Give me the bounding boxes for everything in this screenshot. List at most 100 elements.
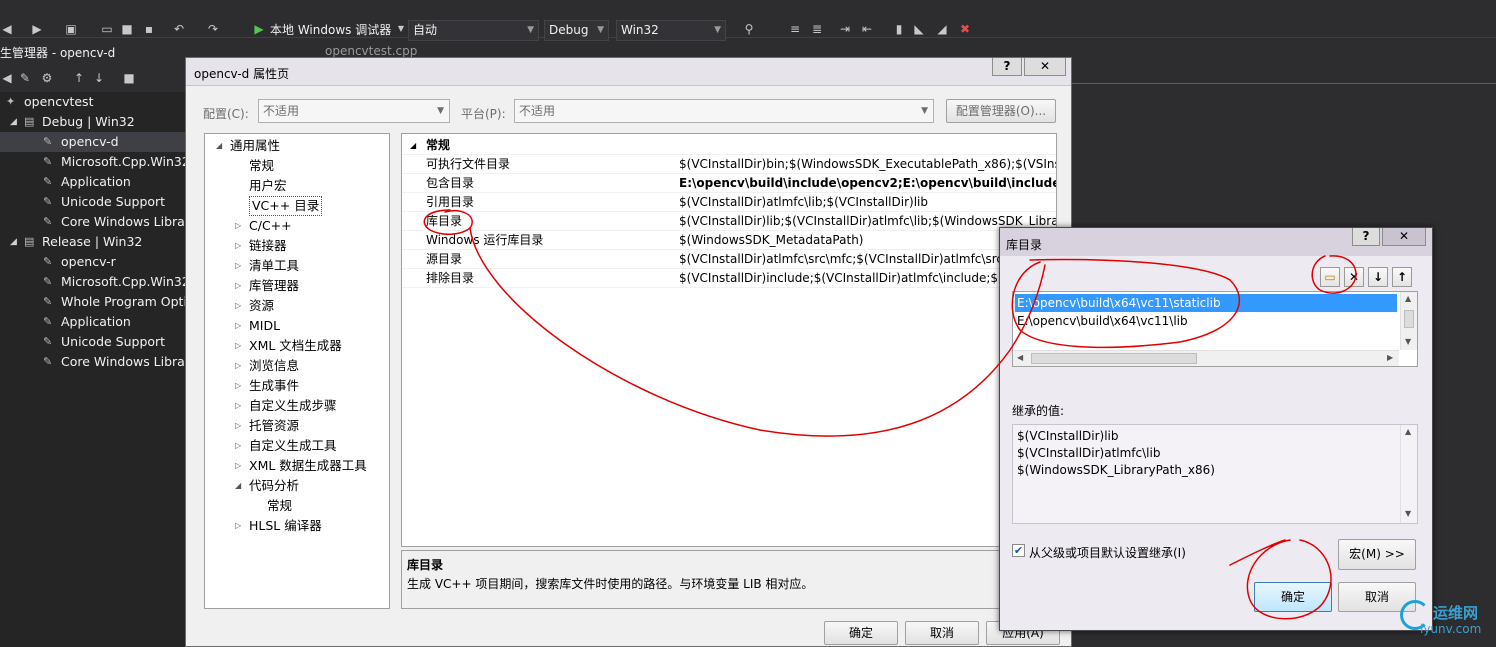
clear-bookmarks-icon[interactable]: ✖ xyxy=(958,22,972,36)
nav-item[interactable]: ▷ 清单工具 xyxy=(235,256,299,276)
comment-icon[interactable]: ≡ xyxy=(788,22,802,36)
scroll-down-icon[interactable]: ▼ xyxy=(1405,337,1411,346)
nav-item[interactable]: 常规 xyxy=(249,156,274,176)
uncomment-icon[interactable]: ≣ xyxy=(810,22,824,36)
nav-item[interactable]: ▷ XML 数据生成器工具 xyxy=(235,456,367,476)
grid-row[interactable]: 包含目录 E:\opencv\build\include\opencv2;E:\o… xyxy=(402,174,1056,193)
nav-item[interactable]: ▷ XML 文档生成器 xyxy=(235,336,342,356)
save-icon[interactable]: ■ xyxy=(120,22,134,36)
grid-row[interactable]: 可执行文件目录 $(VCInstallDir)bin;$(WindowsSDK_E… xyxy=(402,155,1056,174)
new-line-folder-icon[interactable]: ▭ xyxy=(1320,267,1340,287)
save-icon[interactable]: ■ xyxy=(122,71,136,85)
move-up-icon[interactable]: ↑ xyxy=(1392,267,1412,287)
open-file-icon[interactable]: ▭ xyxy=(100,22,114,36)
nav-item[interactable]: VC++ 目录 xyxy=(249,196,323,216)
expand-arrow-icon[interactable]: ◢ xyxy=(10,232,17,252)
expand-arrow-icon[interactable]: ▷ xyxy=(235,356,241,376)
nav-item[interactable]: ▷ 库管理器 xyxy=(235,276,299,296)
properties-icon[interactable]: ✎ xyxy=(18,71,32,85)
outdent-icon[interactable]: ⇤ xyxy=(860,22,874,36)
horizontal-scrollbar[interactable]: ◀ ▶ xyxy=(1013,350,1399,366)
scroll-right-icon[interactable]: ▶ xyxy=(1387,353,1393,362)
grid-row[interactable]: Windows 运行库目录 $(WindowsSDK_MetadataPath) xyxy=(402,231,1056,250)
undo-icon[interactable]: ↶ xyxy=(172,22,186,36)
back-icon[interactable]: ◀ xyxy=(0,71,14,85)
solution-tree-item[interactable]: ✎ Core Windows Librar xyxy=(0,352,185,372)
indent-icon[interactable]: ⇥ xyxy=(838,22,852,36)
expand-arrow-icon[interactable]: ◢ xyxy=(235,476,241,496)
expand-arrow-icon[interactable]: ▷ xyxy=(235,336,241,356)
scroll-left-icon[interactable]: ◀ xyxy=(1017,353,1023,362)
move-down-icon[interactable]: ↓ xyxy=(1368,267,1388,287)
grid-row[interactable]: 引用目录 $(VCInstallDir)atlmfc\lib;$(VCInstal… xyxy=(402,193,1056,212)
expand-arrow-icon[interactable]: ▷ xyxy=(235,236,241,256)
solution-tree-item[interactable]: ◢ ▤ Debug | Win32 xyxy=(0,112,185,132)
config-combo[interactable]: Debug ▼ xyxy=(544,20,609,41)
grid-row[interactable]: 源目录 $(VCInstallDir)atlmfc\src\mfc;$(VCIns… xyxy=(402,250,1056,269)
expand-arrow-icon[interactable]: ▷ xyxy=(235,376,241,396)
inherit-checkbox[interactable]: ✔ xyxy=(1012,544,1025,557)
find-icon[interactable]: ⚲ xyxy=(742,22,756,36)
solution-tree-item[interactable]: ✦ opencvtest xyxy=(0,92,185,112)
solution-tree-item[interactable]: ✎ opencv-r xyxy=(0,252,185,272)
expand-arrow-icon[interactable]: ◢ xyxy=(216,136,222,156)
start-debug-icon[interactable]: ▶ xyxy=(252,22,266,36)
forward-icon[interactable]: ▶ xyxy=(30,22,44,36)
config-manager-button[interactable]: 配置管理器(O)... xyxy=(946,99,1056,123)
auto-combo[interactable]: 自动 ▼ xyxy=(408,20,539,41)
expand-arrow-icon[interactable]: ▷ xyxy=(235,456,241,476)
delete-icon[interactable]: ✕ xyxy=(1344,267,1364,287)
solution-tree-item[interactable]: ✎ Application xyxy=(0,172,185,192)
close-button[interactable]: ✕ xyxy=(1382,228,1426,246)
nav-item[interactable]: ▷ 托管资源 xyxy=(235,416,299,436)
expand-arrow-icon[interactable]: ▷ xyxy=(235,396,241,416)
back-icon[interactable]: ◀ xyxy=(0,22,14,36)
solution-tree-item[interactable]: ◢ ▤ Release | Win32 xyxy=(0,232,185,252)
filter-icon[interactable]: ⚙ xyxy=(40,71,54,85)
expand-arrow-icon[interactable]: ▷ xyxy=(235,436,241,456)
redo-icon[interactable]: ↷ xyxy=(206,22,220,36)
scroll-thumb[interactable] xyxy=(1404,310,1414,328)
bookmark-icon[interactable]: ▮ xyxy=(892,22,906,36)
expand-arrow-icon[interactable]: ▷ xyxy=(235,216,241,236)
expand-arrow-icon[interactable]: ▷ xyxy=(235,276,241,296)
scroll-up-icon[interactable]: ▲ xyxy=(1405,294,1411,303)
next-bookmark-icon[interactable]: ◢ xyxy=(935,22,949,36)
ok-button[interactable]: 确定 xyxy=(824,621,898,645)
new-project-icon[interactable]: ▣ xyxy=(64,22,78,36)
grid-section-header[interactable]: ◢ 常规 xyxy=(402,136,1056,155)
platform-select[interactable]: 不适用 ▼ xyxy=(514,99,934,123)
nav-item[interactable]: ◢ 代码分析 xyxy=(235,476,299,496)
library-path-item[interactable]: E:\opencv\build\x64\vc11\staticlib xyxy=(1015,294,1397,312)
expand-arrow-icon[interactable]: ▷ xyxy=(235,296,241,316)
solution-tree-item[interactable]: ✎ Unicode Support xyxy=(0,192,185,212)
expand-arrow-icon[interactable]: ◢ xyxy=(10,112,17,132)
arrow-down-icon[interactable]: ↓ xyxy=(92,71,106,85)
prev-bookmark-icon[interactable]: ◣ xyxy=(912,22,926,36)
platform-combo[interactable]: Win32 ▼ xyxy=(616,20,726,41)
grid-row[interactable]: 排除目录 $(VCInstallDir)include;$(VCInstallDi… xyxy=(402,269,1056,288)
expand-arrow-icon[interactable]: ▷ xyxy=(235,256,241,276)
ok-button[interactable]: 确定 xyxy=(1254,582,1332,612)
solution-tree-item[interactable]: ✎ Microsoft.Cpp.Win32 xyxy=(0,152,185,172)
save-all-icon[interactable]: ▪ xyxy=(142,22,156,36)
solution-tree-item[interactable]: ✎ Unicode Support xyxy=(0,332,185,352)
help-button[interactable]: ? xyxy=(1352,228,1380,246)
expand-arrow-icon[interactable]: ▷ xyxy=(235,316,241,336)
nav-item[interactable]: ▷ C/C++ xyxy=(235,216,292,236)
nav-item[interactable]: ▷ 浏览信息 xyxy=(235,356,299,376)
cancel-button[interactable]: 取消 xyxy=(905,621,979,645)
expand-arrow-icon[interactable]: ▷ xyxy=(235,516,241,536)
scroll-up-icon[interactable]: ▲ xyxy=(1405,427,1411,436)
nav-item[interactable]: ▷ 链接器 xyxy=(235,236,287,256)
solution-tree-item[interactable]: ✎ opencv-d xyxy=(0,132,185,152)
scroll-down-icon[interactable]: ▼ xyxy=(1405,509,1411,518)
nav-item[interactable]: ◢ 通用属性 xyxy=(216,136,280,156)
chevron-down-icon[interactable]: ▼ xyxy=(394,22,408,36)
macro-button[interactable]: 宏(M) >> xyxy=(1338,539,1416,570)
nav-item[interactable]: 用户宏 xyxy=(249,176,287,196)
close-button[interactable]: ✕ xyxy=(1024,58,1066,76)
nav-item[interactable]: 常规 xyxy=(267,496,292,516)
debugger-button[interactable]: 本地 Windows 调试器 xyxy=(270,21,391,38)
library-path-item[interactable]: E:\opencv\build\x64\vc11\lib xyxy=(1015,312,1397,330)
